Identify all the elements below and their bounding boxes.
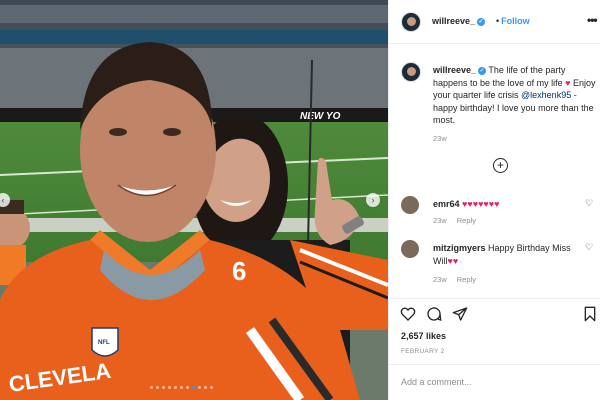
carousel-dot <box>168 386 171 389</box>
follow-label[interactable]: Follow <box>501 16 530 26</box>
heart-icon[interactable]: ♡ <box>585 198 593 209</box>
username-text[interactable]: willreeve_ <box>432 16 475 26</box>
add-comment-bar <box>389 364 600 400</box>
carousel-dot <box>204 386 207 389</box>
plus-circle-icon[interactable]: + <box>493 158 508 173</box>
avatar[interactable] <box>401 12 421 32</box>
reply-button[interactable]: Reply <box>457 216 476 225</box>
comment-text: mitzigmyers Happy Birthday Miss Will♥♥ <box>433 242 581 267</box>
heart-icon[interactable] <box>400 306 416 322</box>
likes-count[interactable]: 2,657 likes <box>401 331 446 341</box>
reply-button[interactable]: Reply <box>457 275 476 284</box>
share-icon[interactable] <box>452 306 468 322</box>
carousel-dot <box>192 386 195 389</box>
instagram-post-modal: NEW YO NFL CLEVELA 6 ‹ › willreeve_ ✓ • … <box>0 0 600 400</box>
heart-icon[interactable]: ♡ <box>585 242 593 253</box>
heart-emoji: ♥♥ <box>447 255 459 266</box>
carousel-dot <box>156 386 159 389</box>
separator-dot: • <box>496 16 500 26</box>
bookmark-icon[interactable] <box>582 306 598 322</box>
post-photo[interactable]: NEW YO NFL CLEVELA 6 ‹ › <box>0 0 388 400</box>
comment-body: ♥♥♥♥♥♥♥ <box>462 199 500 209</box>
comment-time[interactable]: 23w <box>433 216 447 225</box>
post-date: FEBRUARY 2 <box>401 348 445 355</box>
verified-badge-icon: ✓ <box>477 17 486 26</box>
comment-meta: 23w Reply <box>433 275 476 284</box>
comment-meta: 23w Reply <box>433 216 476 225</box>
comment-icon[interactable] <box>426 306 442 322</box>
comment-input[interactable] <box>401 377 581 387</box>
comment-username[interactable]: mitzigmyers <box>433 243 486 253</box>
caption-text: willreeve_ ✓ The life of the party happen… <box>433 64 599 127</box>
action-bar <box>389 298 600 332</box>
selfie-image: NEW YO NFL CLEVELA 6 <box>0 0 388 400</box>
more-options-icon[interactable]: ••• <box>587 13 598 27</box>
carousel-dot <box>210 386 213 389</box>
comment-time[interactable]: 23w <box>433 275 447 284</box>
carousel-dot <box>174 386 177 389</box>
stadium-sign-text: NEW YO <box>300 111 341 122</box>
carousel-indicator <box>150 386 213 389</box>
header-username[interactable]: willreeve_ ✓ <box>432 16 486 26</box>
post-header: willreeve_ ✓ • Follow ••• <box>389 0 600 44</box>
caption-timestamp[interactable]: 23w <box>433 134 447 143</box>
carousel-dot <box>198 386 201 389</box>
mention-link[interactable]: @lexhenk95 <box>521 90 571 100</box>
nfl-logo-text: NFL <box>98 340 110 346</box>
carousel-dot <box>186 386 189 389</box>
comment-username[interactable]: emr64 <box>433 199 460 209</box>
follow-button[interactable]: • Follow <box>496 16 530 26</box>
comment-text: emr64 ♥♥♥♥♥♥♥ <box>433 198 581 211</box>
carousel-dot <box>180 386 183 389</box>
chevron-right-icon[interactable]: › <box>366 193 380 207</box>
jersey-number: 6 <box>232 256 246 286</box>
avatar[interactable] <box>401 62 421 82</box>
avatar[interactable] <box>401 240 419 258</box>
carousel-dot <box>162 386 165 389</box>
avatar[interactable] <box>401 196 419 214</box>
carousel-dot <box>150 386 153 389</box>
verified-badge-icon: ✓ <box>478 66 487 75</box>
caption-username[interactable]: willreeve_ <box>433 65 476 75</box>
post-side-panel: willreeve_ ✓ • Follow ••• willreeve_ ✓ The … <box>388 0 600 400</box>
